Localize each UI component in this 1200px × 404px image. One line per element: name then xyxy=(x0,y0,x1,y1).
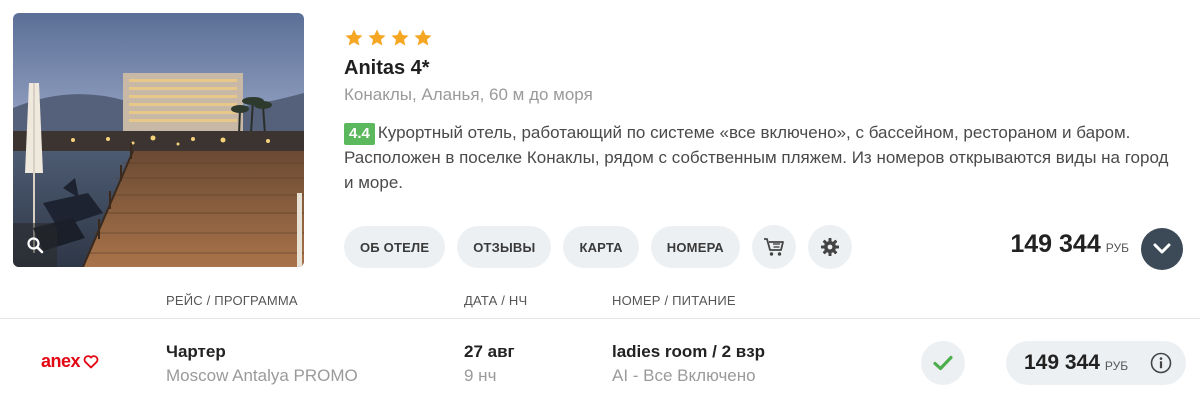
column-header-flight: РЕЙС / ПРОГРАММА xyxy=(166,293,298,308)
info-icon[interactable] xyxy=(1150,352,1172,374)
star-rating xyxy=(344,28,1184,50)
column-header-date: ДАТА / НЧ xyxy=(464,293,528,308)
offer-price-button[interactable]: 149 344 РУБ xyxy=(1006,341,1186,385)
hotel-info: Anitas 4* Конаклы, Аланья, 60 м до моря … xyxy=(344,28,1184,195)
offer-price-amount: 149 344 xyxy=(1024,351,1100,374)
divider xyxy=(0,318,1200,319)
nights-count: 9 нч xyxy=(464,366,497,385)
chevron-down-icon xyxy=(1153,243,1171,254)
column-header-room: НОМЕР / ПИТАНИЕ xyxy=(612,293,736,308)
expand-offers-button[interactable] xyxy=(1141,228,1183,270)
star-icon xyxy=(368,29,386,46)
cart-icon xyxy=(763,238,784,256)
description-text: Курортный отель, работающий по системе «… xyxy=(344,123,1169,192)
settings-button[interactable] xyxy=(807,225,852,269)
room-type: ladies room / 2 взр xyxy=(612,342,766,361)
hotel-photo[interactable] xyxy=(13,13,304,267)
search-icon xyxy=(27,237,44,254)
cart-button[interactable] xyxy=(751,225,796,269)
hotel-name[interactable]: Anitas 4* xyxy=(344,55,1184,81)
meal-plan: AI - Все Включено xyxy=(612,366,756,385)
checkmark-icon xyxy=(933,355,953,371)
about-hotel-button[interactable]: ОБ ОТЕЛЕ xyxy=(344,226,446,268)
star-icon xyxy=(345,29,363,46)
operator-logo: anex xyxy=(41,351,99,372)
price-currency: РУБ xyxy=(1105,241,1129,255)
flight-type: Чартер xyxy=(166,342,226,361)
map-button[interactable]: КАРТА xyxy=(563,226,639,268)
price-amount: 149 344 xyxy=(1010,230,1101,258)
hotel-actions: ОБ ОТЕЛЕ ОТЗЫВЫ КАРТА НОМЕРА xyxy=(344,225,852,269)
hotel-location: Конаклы, Аланья, 60 м до моря xyxy=(344,85,593,104)
departure-date: 27 авг xyxy=(464,342,515,361)
operator-name: anex xyxy=(41,351,81,371)
program-name: Moscow Antalya PROMO xyxy=(166,366,358,385)
rating-badge: 4.4 xyxy=(344,123,375,145)
zoom-button[interactable] xyxy=(13,223,57,267)
hotel-description: 4.4 Курортный отель, работающий по систем… xyxy=(344,120,1179,195)
offer-price-currency: РУБ xyxy=(1104,358,1129,373)
hotel-price: 149 344 РУБ xyxy=(1010,230,1129,259)
star-icon xyxy=(414,29,432,46)
availability-check-button[interactable] xyxy=(921,341,965,385)
gear-icon xyxy=(820,238,839,256)
reviews-button[interactable]: ОТЗЫВЫ xyxy=(457,226,552,268)
rooms-button[interactable]: НОМЕРА xyxy=(650,226,740,268)
star-icon xyxy=(391,29,409,46)
heart-icon xyxy=(83,354,99,368)
